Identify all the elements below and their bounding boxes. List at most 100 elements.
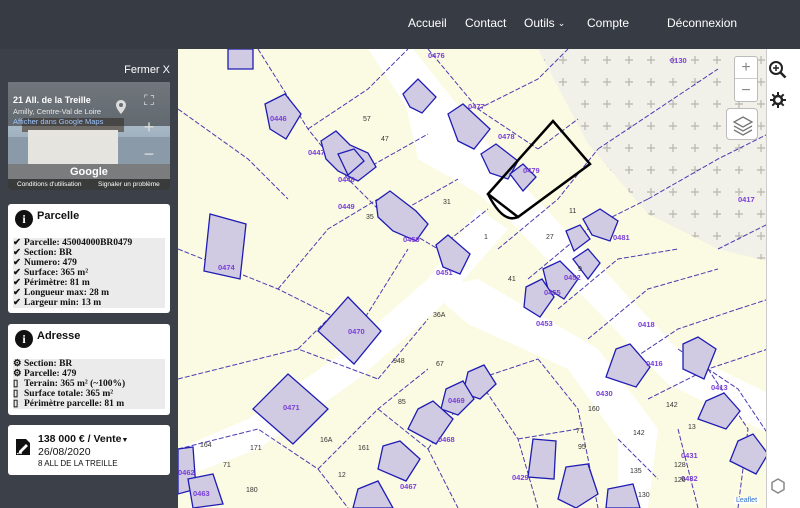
address-row: ▯ Terrain: 365 m² (~100%) [13,379,165,389]
parcel-row: ✔ Périmètre: 81 m [13,278,165,288]
parcel-row: ✔ Largeur min: 13 m [13,298,165,308]
zoom-search-icon[interactable] [767,59,789,81]
sale-card: 138 000 € / Vente▼ 26/08/2020 8 ALL DE L… [8,425,170,475]
parcel-label: 0451 [436,268,453,277]
sale-price[interactable]: 138 000 € / Vente▼ [38,433,128,445]
parcel-row: ✔ Section: BR [13,248,165,258]
parcel-label: 0469 [448,396,465,405]
fullscreen-icon[interactable]: ⛶ [139,92,159,109]
street-number-label: 13 [688,424,696,431]
parcel-label: 0462 [178,468,195,477]
address-total-surface: Surface totale: 365 m² [24,389,114,399]
street-number-label: 11 [569,208,576,215]
street-number-label: 31 [443,199,451,206]
check-icon: ✔ [13,258,21,268]
parcel-row: ✔ Longueur max: 28 m [13,288,165,298]
nav-tools[interactable]: Outils ⌄ [524,16,565,30]
map-canvas[interactable]: 0476 0130 0446 0477 0478 0479 0447 0448 0449 0450… [178,49,800,508]
street-view-zoom-in[interactable]: + [139,117,159,138]
mobile-icon: ▯ [13,379,19,389]
address-row: ▯ Surface totale: 365 m² [13,389,165,399]
check-icon: ✔ [13,268,21,278]
parcel-id: Parcelle: 45004000BR0479 [24,238,133,248]
street-number-label: 67 [436,361,444,368]
info-icon: i [15,210,33,228]
street-view-panel[interactable]: 21 All. de la Treille Amilly, Centre-Val… [8,82,170,190]
street-number-label: 180 [246,487,258,494]
parcel-row: ✔ Numero: 479 [13,258,165,268]
sale-price-label: 138 000 € / Vente [38,433,122,445]
nav-tools-label: Outils [524,16,555,30]
layers-icon [732,116,754,136]
terms-link[interactable]: Conditions d'utilisation [17,181,81,188]
street-view-city: Amilly, Centre-Val de Loire [13,107,102,116]
street-number-label: 126 [674,477,686,484]
street-number-label: 948 [393,358,405,365]
parcel-details: ✔ Parcelle: 45004000BR0479 ✔ Section: BR ✔… [13,238,165,308]
sale-address: 8 ALL DE LA TREILLE [38,459,118,468]
parcel-perimeter: Périmètre: 81 m [24,278,90,288]
address-row: ⚙ Parcelle: 479 [13,369,165,379]
parcel-label: 0471 [283,403,300,412]
street-number-label: 171 [250,445,262,452]
street-view-address: 21 All. de la Treille [13,95,91,105]
zoom-out-button[interactable]: − [735,80,757,102]
google-maps-link[interactable]: Afficher dans Google Maps [13,117,103,126]
parcel-label: 0449 [338,202,355,211]
street-number-label: 27 [546,234,554,241]
parcel-max-length: Longueur max: 28 m [24,288,110,298]
street-number-label: 9 [578,266,582,273]
check-icon: ✔ [13,288,21,298]
cadastral-map[interactable]: 0476 0130 0446 0477 0478 0479 0447 0448 0449 0450… [178,49,800,508]
street-number-label: 12 [338,472,346,479]
hexagon-icon[interactable] [767,475,789,497]
address-row: ▯ Périmètre parcelle: 81 m [13,399,165,409]
parcel-label: 0463 [193,489,210,498]
parcel-label: 0452 [564,273,581,282]
leaflet-attribution[interactable]: Leaflet [734,497,760,504]
zoom-control: + − [734,56,758,102]
street-number-label: 71 [223,462,231,469]
gear-icon[interactable] [767,89,789,111]
parcel-label: 0476 [428,51,445,60]
address-details: ⚙ Section: BR ⚙ Parcelle: 479 ▯ Terrain: 36… [13,359,165,409]
parcel-row: ✔ Parcelle: 45004000BR0479 [13,238,165,248]
parcel-label: 0450 [403,235,420,244]
street-number-label: 142 [666,402,678,409]
nav-logout[interactable]: Déconnexion [667,16,737,30]
street-number-label: 16A [320,437,333,444]
parcel-label: 0478 [498,132,515,141]
parcel-section: Section: BR [24,248,73,258]
close-sidebar-link[interactable]: Fermer X [124,64,170,76]
zoom-in-button[interactable]: + [735,57,757,79]
sale-date: 26/08/2020 [38,446,91,458]
street-number-label: 35 [366,214,374,221]
street-number-label: 1 [484,234,488,241]
address-row: ⚙ Section: BR [13,359,165,369]
nav-account[interactable]: Compte [587,16,629,30]
nav-contact[interactable]: Contact [465,16,506,30]
top-navbar: Accueil Contact Outils ⌄ Compte Déconnexi… [0,0,800,49]
nav-home[interactable]: Accueil [408,16,447,30]
street-number-label: 57 [363,116,371,123]
parcel-label: 0446 [270,114,287,123]
street-number-label: 135 [630,468,642,475]
parcel-label: 0431 [681,451,698,460]
parcel-label: 0413 [711,383,728,392]
street-number-label: 95 [578,444,586,451]
parcel-label: 0468 [438,435,455,444]
caret-down-icon: ▼ [121,437,129,444]
street-number-label: 160 [588,406,600,413]
layers-button[interactable] [726,108,758,140]
report-problem-link[interactable]: Signaler un problème [98,181,160,188]
parcel-label: 0417 [738,195,755,204]
street-view-zoom-out[interactable]: − [139,144,159,165]
chevron-down-icon: ⌄ [557,18,566,28]
check-icon: ✔ [13,298,21,308]
map-pin-icon [116,100,126,114]
street-number-label: 161 [358,445,370,452]
street-number-label: 36A [433,312,446,319]
check-icon: ✔ [13,238,21,248]
parcel-label: 0474 [218,263,236,272]
parcel-row: ✔ Surface: 365 m² [13,268,165,278]
